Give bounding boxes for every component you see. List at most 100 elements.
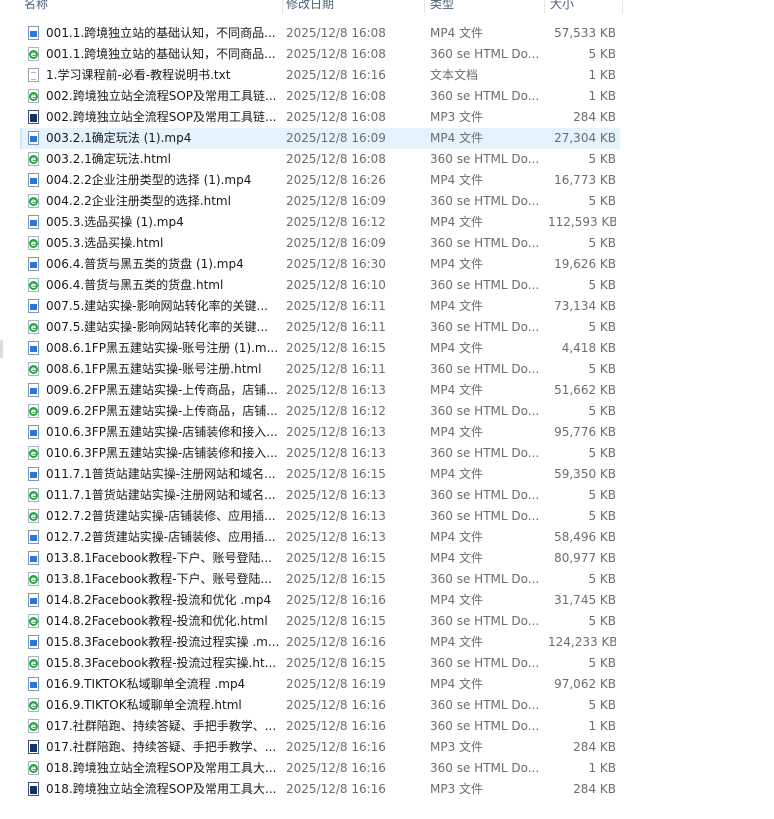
file-size: 5 KB [588, 47, 616, 61]
file-size: 284 KB [573, 782, 616, 796]
column-divider[interactable] [544, 0, 545, 14]
file-type: 360 se HTML Do... [430, 47, 540, 61]
file-date: 2025/12/8 16:16 [286, 698, 386, 712]
file-date: 2025/12/8 16:13 [286, 446, 386, 460]
html-file-icon [28, 236, 39, 250]
file-type: 360 se HTML Do... [430, 320, 540, 334]
file-row[interactable]: 006.4.普货与黑五类的货盘 (1).mp4 2025/12/8 16:30 MP… [22, 254, 620, 275]
column-divider[interactable] [622, 0, 623, 14]
column-header-date[interactable]: 修改日期 [286, 0, 334, 13]
column-divider[interactable] [424, 0, 425, 14]
file-date: 2025/12/8 16:16 [286, 635, 386, 649]
file-size: 1 KB [588, 68, 616, 82]
pane-splitter[interactable] [0, 340, 3, 358]
file-row[interactable]: 008.6.1FP黑五建站实操-账号注册 (1).m... 2025/12/8 1… [22, 338, 620, 359]
file-row[interactable]: 001.1.跨境独立站的基础认知，不同商品... 2025/12/8 16:08 3… [22, 44, 620, 65]
file-name: 009.6.2FP黑五建站实操-上传商品，店铺... [46, 404, 278, 418]
file-row[interactable]: 015.8.3Facebook教程-投流过程实操.ht... 2025/12/8 … [22, 653, 620, 674]
file-size: 5 KB [588, 488, 616, 502]
file-row[interactable]: 009.6.2FP黑五建站实操-上传商品，店铺... 2025/12/8 16:1… [22, 380, 620, 401]
file-size: 112,593 KB [548, 215, 616, 229]
column-header-type[interactable]: 类型 [430, 0, 454, 13]
video-file-icon [28, 593, 39, 607]
file-size: 5 KB [588, 152, 616, 166]
file-row[interactable]: 007.5.建站实操-影响网站转化率的关键... 2025/12/8 16:11 3… [22, 317, 620, 338]
file-date: 2025/12/8 16:08 [286, 47, 386, 61]
file-row[interactable]: 009.6.2FP黑五建站实操-上传商品，店铺... 2025/12/8 16:1… [22, 401, 620, 422]
file-row[interactable]: 017.社群陪跑、持续答疑、手把手教学、... 2025/12/8 16:16 MP… [22, 737, 620, 758]
file-type: 360 se HTML Do... [430, 278, 540, 292]
html-file-icon [28, 719, 39, 733]
file-size: 5 KB [588, 698, 616, 712]
video-file-icon [28, 215, 39, 229]
file-date: 2025/12/8 16:15 [286, 614, 386, 628]
file-date: 2025/12/8 16:10 [286, 278, 386, 292]
file-type: MP4 文件 [430, 551, 484, 565]
file-name: 008.6.1FP黑五建站实操-账号注册.html [46, 362, 262, 376]
file-name: 013.8.1Facebook教程-下户、账号登陆... [46, 551, 272, 565]
file-row[interactable]: 014.8.2Facebook教程-投流和优化.html 2025/12/8 16… [22, 611, 620, 632]
video-file-icon [28, 677, 39, 691]
file-name: 010.6.3FP黑五建站实操-店铺装修和接入... [46, 446, 278, 460]
file-row[interactable]: 016.9.TIKTOK私域聊单全流程 .mp4 2025/12/8 16:19 M… [22, 674, 620, 695]
file-date: 2025/12/8 16:13 [286, 488, 386, 502]
video-file-icon [28, 299, 39, 313]
file-row[interactable]: 018.跨境独立站全流程SOP及常用工具大... 2025/12/8 16:16 M… [22, 779, 620, 800]
file-row[interactable]: 016.9.TIKTOK私域聊单全流程.html 2025/12/8 16:16 3… [22, 695, 620, 716]
video-file-icon [28, 530, 39, 544]
file-type: MP4 文件 [430, 299, 484, 313]
file-row[interactable]: 007.5.建站实操-影响网站转化率的关键... 2025/12/8 16:11 M… [22, 296, 620, 317]
file-name: 018.跨境独立站全流程SOP及常用工具大... [46, 782, 277, 796]
file-row[interactable]: 011.7.1普货站建站实操-注册网站和域名... 2025/12/8 16:15… [22, 464, 620, 485]
file-name: 008.6.1FP黑五建站实操-账号注册 (1).m... [46, 341, 279, 355]
html-file-icon [28, 698, 39, 712]
file-date: 2025/12/8 16:16 [286, 719, 386, 733]
file-name: 007.5.建站实操-影响网站转化率的关键... [46, 299, 268, 313]
file-type: 360 se HTML Do... [430, 89, 540, 103]
file-row[interactable]: 002.跨境独立站全流程SOP及常用工具链... 2025/12/8 16:08 M… [22, 107, 620, 128]
file-date: 2025/12/8 16:11 [286, 362, 386, 376]
file-date: 2025/12/8 16:12 [286, 215, 386, 229]
file-row[interactable]: 011.7.1普货站建站实操-注册网站和域名... 2025/12/8 16:13… [22, 485, 620, 506]
file-date: 2025/12/8 16:08 [286, 89, 386, 103]
file-row[interactable]: 013.8.1Facebook教程-下户、账号登陆... 2025/12/8 16… [22, 548, 620, 569]
file-row[interactable]: 001.1.跨境独立站的基础认知，不同商品... 2025/12/8 16:08 M… [22, 23, 620, 44]
file-row[interactable]: 004.2.2企业注册类型的选择 (1).mp4 2025/12/8 16:26 M… [22, 170, 620, 191]
file-row[interactable]: 018.跨境独立站全流程SOP及常用工具大... 2025/12/8 16:16 3… [22, 758, 620, 779]
file-row[interactable]: 008.6.1FP黑五建站实操-账号注册.html 2025/12/8 16:11… [22, 359, 620, 380]
file-row[interactable]: 005.3.选品买操 (1).mp4 2025/12/8 16:12 MP4 文件 1… [22, 212, 620, 233]
file-size: 73,134 KB [554, 299, 616, 313]
column-header-name[interactable]: 名称 [24, 0, 48, 13]
file-row[interactable]: 014.8.2Facebook教程-投流和优化 .mp4 2025/12/8 16… [22, 590, 620, 611]
file-type: MP3 文件 [430, 110, 484, 124]
file-row[interactable]: 015.8.3Facebook教程-投流过程实操 .m... 2025/12/8 … [22, 632, 620, 653]
file-row[interactable]: 012.7.2普货建站实操-店铺装修、应用插... 2025/12/8 16:13… [22, 506, 620, 527]
file-row[interactable]: 004.2.2企业注册类型的选择.html 2025/12/8 16:09 360 … [22, 191, 620, 212]
file-row[interactable]: 1.学习课程前-必看-教程说明书.txt 2025/12/8 16:16 文本文档 1… [22, 65, 620, 86]
file-type: MP4 文件 [430, 467, 484, 481]
file-size: 19,626 KB [554, 257, 616, 271]
file-row[interactable]: 006.4.普货与黑五类的货盘.html 2025/12/8 16:10 360 s… [22, 275, 620, 296]
column-header: 名称 修改日期 类型 大小 [0, 0, 774, 14]
file-date: 2025/12/8 16:16 [286, 782, 386, 796]
file-type: 360 se HTML Do... [430, 719, 540, 733]
file-row[interactable]: 012.7.2普货建站实操-店铺装修、应用插... 2025/12/8 16:13… [22, 527, 620, 548]
file-row[interactable]: 010.6.3FP黑五建站实操-店铺装修和接入... 2025/12/8 16:1… [22, 422, 620, 443]
file-row[interactable]: 003.2.1确定玩法.html 2025/12/8 16:08 360 se HT… [22, 149, 620, 170]
file-row[interactable]: 005.3.选品买操.html 2025/12/8 16:09 360 se HTM… [22, 233, 620, 254]
file-size: 5 KB [588, 509, 616, 523]
file-size: 1 KB [588, 89, 616, 103]
file-date: 2025/12/8 16:16 [286, 761, 386, 775]
file-row[interactable]: 010.6.3FP黑五建站实操-店铺装修和接入... 2025/12/8 16:1… [22, 443, 620, 464]
file-row[interactable]: 017.社群陪跑、持续答疑、手把手教学、... 2025/12/8 16:16 36… [22, 716, 620, 737]
file-type: 360 se HTML Do... [430, 446, 540, 460]
file-name: 002.跨境独立站全流程SOP及常用工具链... [46, 110, 277, 124]
column-divider[interactable] [282, 0, 283, 14]
file-date: 2025/12/8 16:16 [286, 740, 386, 754]
column-header-size[interactable]: 大小 [550, 0, 574, 13]
file-date: 2025/12/8 16:15 [286, 572, 386, 586]
file-row[interactable]: 013.8.1Facebook教程-下户、账号登陆... 2025/12/8 16… [22, 569, 620, 590]
file-row[interactable]: 002.跨境独立站全流程SOP及常用工具链... 2025/12/8 16:08 3… [22, 86, 620, 107]
file-row[interactable]: 003.2.1确定玩法 (1).mp4 2025/12/8 16:09 MP4 文件… [20, 128, 620, 149]
file-name: 012.7.2普货建站实操-店铺装修、应用插... [46, 509, 276, 523]
